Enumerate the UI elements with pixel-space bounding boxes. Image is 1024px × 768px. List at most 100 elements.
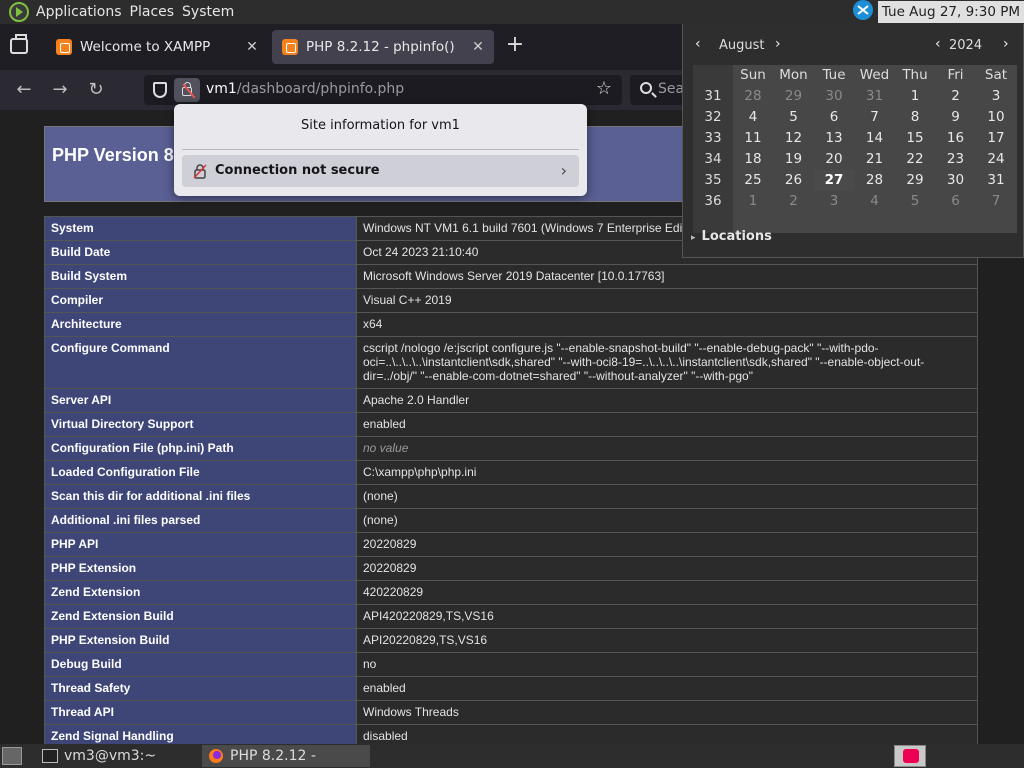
top-panel: Applications Places System Tue Aug 27, 9… (0, 0, 1024, 24)
calendar-day[interactable]: 28 (855, 170, 895, 191)
task-firefox[interactable]: PHP 8.2.12 - phpinf... (202, 745, 370, 767)
row-key: Zend Extension (44, 580, 357, 605)
bookmark-star-icon[interactable]: ☆ (596, 78, 612, 99)
calendar-day[interactable]: 16 (936, 128, 976, 149)
row-value: enabled (356, 412, 978, 437)
row-key: PHP Extension Build (44, 628, 357, 653)
calendar-day[interactable]: 22 (895, 149, 935, 170)
row-key: Compiler (44, 288, 357, 313)
new-tab-icon[interactable]: + (503, 33, 527, 57)
calendar-day[interactable]: 26 (774, 170, 814, 191)
row-key: Configure Command (44, 336, 357, 389)
calendar-day-today[interactable]: 27 (814, 170, 854, 191)
row-key: Thread Safety (44, 676, 357, 701)
back-icon[interactable]: ← (14, 80, 34, 100)
tab-close-icon[interactable]: ✕ (470, 39, 486, 55)
page-title: PHP Version 8 (52, 145, 174, 165)
calendar-day[interactable]: 12 (774, 128, 814, 149)
calendar-day[interactable]: 17 (976, 128, 1016, 149)
calendar-day[interactable]: 30 (936, 170, 976, 191)
calendar-day[interactable]: 25 (733, 170, 773, 191)
calendar-day[interactable]: 13 (814, 128, 854, 149)
url-bar[interactable]: vm1/dashboard/phpinfo.php ☆ (144, 75, 622, 105)
prev-year-icon[interactable]: ‹ (935, 36, 941, 52)
calendar-day[interactable]: 19 (774, 149, 814, 170)
calendar-day[interactable]: 18 (733, 149, 773, 170)
calendar-day[interactable]: 31 (976, 170, 1016, 191)
locations-expander[interactable]: ▸ Locations (691, 229, 772, 244)
next-year-icon[interactable]: › (1003, 36, 1009, 52)
calendar-day[interactable]: 30 (814, 86, 854, 107)
search-input[interactable]: Sea (630, 75, 690, 105)
calendar-day[interactable]: 9 (936, 107, 976, 128)
calendar-day[interactable]: 2 (936, 86, 976, 107)
calendar-day[interactable]: 24 (976, 149, 1016, 170)
row-key: Virtual Directory Support (44, 412, 357, 437)
reload-icon[interactable]: ↻ (86, 80, 106, 100)
search-placeholder: Sea (658, 81, 685, 97)
tab-label: Welcome to XAMPP (80, 39, 211, 55)
week-number: 36 (704, 193, 722, 209)
tab-phpinfo[interactable]: PHP 8.2.12 - phpinfo() ✕ (272, 30, 494, 64)
panel-right: Tue Aug 27, 9:30 PM (852, 0, 1024, 24)
row-value: disabled (356, 724, 978, 744)
calendar-day[interactable]: 3 (814, 191, 854, 212)
calendar-day[interactable]: 5 (895, 191, 935, 212)
forward-icon[interactable]: → (50, 80, 70, 100)
url-text[interactable]: vm1/dashboard/phpinfo.php (206, 81, 404, 97)
calendar-day[interactable]: 29 (895, 170, 935, 191)
calendar-day[interactable]: 23 (936, 149, 976, 170)
tab-close-icon[interactable]: ✕ (244, 39, 260, 55)
calendar-day[interactable]: 5 (774, 107, 814, 128)
calendar-header: ‹ August › ‹ 2024 › (693, 36, 1017, 56)
table-row: Additional .ini files parsed (none) (44, 508, 978, 533)
calendar-day[interactable]: 21 (855, 149, 895, 170)
calendar-day[interactable]: 10 (976, 107, 1016, 128)
calendar-day[interactable]: 11 (733, 128, 773, 149)
divider (182, 149, 579, 150)
workspace-switcher[interactable] (894, 745, 926, 767)
row-value: enabled (356, 676, 978, 701)
next-month-icon[interactable]: › (775, 36, 781, 52)
calendar-day[interactable]: 4 (733, 107, 773, 128)
clock[interactable]: Tue Aug 27, 9:30 PM (877, 1, 1024, 23)
applications-icon[interactable] (8, 1, 30, 23)
menu-places[interactable]: Places (130, 0, 183, 24)
remote-desktop-icon[interactable] (852, 0, 874, 25)
table-row: Loaded Configuration File C:\xampp\php\ph… (44, 460, 978, 485)
desktop: Applications Places System Tue Aug 27, 9… (0, 0, 1024, 768)
calendar-day[interactable]: 29 (774, 86, 814, 107)
connection-not-secure-item[interactable]: Connection not secure › (182, 155, 579, 187)
calendar-day[interactable]: 15 (895, 128, 935, 149)
tab-welcome-xampp[interactable]: Welcome to XAMPP ✕ (46, 30, 268, 64)
calendar-day[interactable]: 3 (976, 86, 1016, 107)
calendar-day[interactable]: 1 (895, 86, 935, 107)
calendar-day[interactable]: 6 (814, 107, 854, 128)
table-row: Thread Safety enabled (44, 676, 978, 701)
calendar-day[interactable]: 31 (855, 86, 895, 107)
xampp-favicon-icon (282, 39, 298, 55)
prev-month-icon[interactable]: ‹ (695, 36, 701, 52)
row-value: no value (356, 436, 978, 461)
show-desktop-icon[interactable] (2, 747, 22, 765)
calendar-day[interactable]: 14 (855, 128, 895, 149)
calendar-day[interactable]: 1 (733, 191, 773, 212)
site-info-button[interactable] (174, 78, 200, 102)
tab-list-icon[interactable] (10, 34, 28, 54)
task-label: vm3@vm3:~ (64, 748, 157, 764)
calendar-day[interactable]: 7 (976, 191, 1016, 212)
menu-applications[interactable]: Applications (36, 0, 130, 24)
firefox-icon (208, 748, 224, 768)
locations-label: Locations (701, 229, 772, 244)
calendar-day[interactable]: 4 (855, 191, 895, 212)
weekday-header: Thu (902, 67, 928, 83)
calendar-day[interactable]: 6 (936, 191, 976, 212)
tracking-shield-icon[interactable] (153, 82, 167, 98)
calendar-day[interactable]: 20 (814, 149, 854, 170)
menu-system[interactable]: System (182, 0, 242, 24)
calendar-day[interactable]: 2 (774, 191, 814, 212)
calendar-day[interactable]: 8 (895, 107, 935, 128)
calendar-day[interactable]: 7 (855, 107, 895, 128)
calendar-day[interactable]: 28 (733, 86, 773, 107)
task-terminal[interactable]: vm3@vm3:~ (36, 745, 198, 767)
